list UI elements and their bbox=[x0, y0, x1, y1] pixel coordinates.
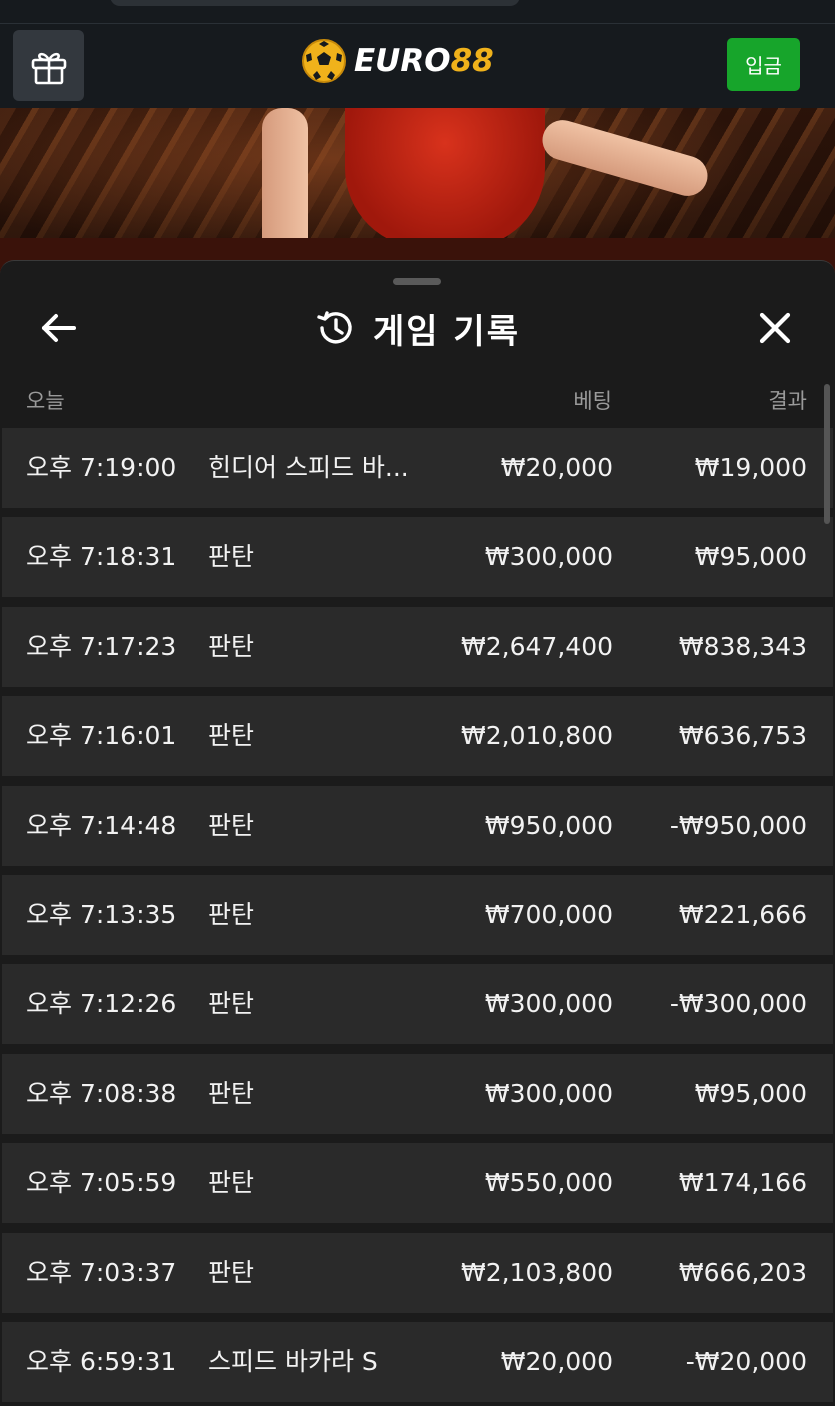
row-result: ₩221,666 bbox=[678, 899, 807, 929]
column-header-result: 결과 bbox=[768, 389, 807, 413]
row-bet: ₩550,000 bbox=[484, 1168, 613, 1198]
row-bet: ₩20,000 bbox=[500, 1346, 613, 1376]
history-row[interactable]: 오후 7:08:38 판탄 ₩300,000 ₩95,000 bbox=[2, 1053, 833, 1134]
history-icon bbox=[317, 311, 352, 344]
row-time: 오후 7:19:00 bbox=[26, 453, 177, 482]
sheet-drag-handle[interactable] bbox=[393, 278, 441, 285]
row-bet: ₩300,000 bbox=[484, 989, 613, 1019]
row-time: 오후 7:14:48 bbox=[26, 810, 177, 840]
history-row[interactable]: 오후 7:05:59 판탄 ₩550,000 ₩174,166 bbox=[2, 1143, 833, 1224]
row-game: 판탄 bbox=[208, 631, 255, 661]
row-bet: ₩300,000 bbox=[484, 542, 613, 572]
row-result: ₩838,343 bbox=[678, 631, 807, 661]
column-header-date: 오늘 bbox=[26, 389, 65, 413]
dealer-dress bbox=[345, 108, 545, 248]
row-result: ₩19,000 bbox=[694, 453, 807, 482]
dealer-arm-left bbox=[262, 108, 308, 258]
row-game: 스피드 바카라 S bbox=[208, 1346, 378, 1376]
row-bet: ₩2,010,800 bbox=[461, 721, 613, 751]
url-bar-remnant bbox=[110, 0, 520, 6]
logo-text-yellow: 88 bbox=[450, 43, 494, 79]
row-time: 오후 7:16:01 bbox=[26, 721, 177, 751]
row-time: 오후 7:13:35 bbox=[26, 899, 177, 929]
row-game: 판탄 bbox=[208, 1168, 255, 1198]
history-row[interactable]: 오후 7:03:37 판탄 ₩2,103,800 ₩666,203 bbox=[2, 1232, 833, 1313]
column-header-bet: 베팅 bbox=[573, 389, 612, 413]
row-bet: ₩950,000 bbox=[484, 810, 613, 840]
row-result: ₩174,166 bbox=[678, 1168, 807, 1198]
row-game: 판탄 bbox=[208, 989, 255, 1019]
history-row[interactable]: 오후 7:19:00 힌디어 스피드 바... ₩20,000 ₩19,000 bbox=[2, 428, 833, 508]
row-bet: ₩20,000 bbox=[500, 453, 613, 482]
row-bet: ₩2,103,800 bbox=[461, 1257, 613, 1287]
top-strip bbox=[0, 0, 835, 24]
deposit-button[interactable]: 입금 bbox=[727, 38, 800, 91]
row-time: 오후 7:03:37 bbox=[26, 1257, 177, 1287]
row-bet: ₩2,647,400 bbox=[461, 631, 613, 661]
soccer-ball-icon bbox=[302, 39, 346, 83]
history-row[interactable]: 오후 7:13:35 판탄 ₩700,000 ₩221,666 bbox=[2, 874, 833, 955]
history-row[interactable]: 오후 7:16:01 판탄 ₩2,010,800 ₩636,753 bbox=[2, 696, 833, 777]
row-result: ₩95,000 bbox=[694, 542, 807, 572]
row-game: 판탄 bbox=[208, 542, 255, 572]
history-row[interactable]: 오후 6:59:31 스피드 바카라 S ₩20,000 -₩20,000 bbox=[2, 1321, 833, 1402]
row-time: 오후 7:12:26 bbox=[26, 989, 177, 1019]
close-icon bbox=[759, 312, 791, 344]
logo-text-white: EURO bbox=[354, 43, 451, 79]
page: EURO88 입금 게임 기록 오늘 베팅 결과 오후 7:19:00 힌디어 … bbox=[0, 0, 835, 1406]
row-game: 판탄 bbox=[208, 721, 255, 751]
row-time: 오후 6:59:31 bbox=[26, 1346, 177, 1376]
row-game: 판탄 bbox=[208, 1078, 255, 1108]
gift-icon bbox=[31, 52, 66, 84]
history-row[interactable]: 오후 7:12:26 판탄 ₩300,000 -₩300,000 bbox=[2, 964, 833, 1045]
logo-text: EURO88 bbox=[354, 43, 494, 79]
history-row[interactable]: 오후 7:17:23 판탄 ₩2,647,400 ₩838,343 bbox=[2, 606, 833, 687]
row-game: 힌디어 스피드 바... bbox=[208, 453, 409, 482]
row-game: 판탄 bbox=[208, 1257, 255, 1287]
row-game: 판탄 bbox=[208, 899, 255, 929]
sheet-header: 게임 기록 bbox=[0, 303, 835, 353]
row-result: ₩666,203 bbox=[678, 1257, 807, 1287]
site-logo[interactable]: EURO88 bbox=[300, 36, 494, 86]
row-time: 오후 7:08:38 bbox=[26, 1078, 177, 1108]
site-header: EURO88 입금 bbox=[0, 24, 835, 108]
row-bet: ₩700,000 bbox=[484, 899, 613, 929]
history-row[interactable]: 오후 7:18:31 판탄 ₩300,000 ₩95,000 bbox=[2, 517, 833, 598]
close-button[interactable] bbox=[752, 305, 798, 351]
row-game: 판탄 bbox=[208, 810, 255, 840]
row-result: -₩950,000 bbox=[669, 810, 807, 840]
scrollbar[interactable] bbox=[824, 384, 830, 524]
live-dealer-video bbox=[0, 108, 835, 278]
row-time: 오후 7:17:23 bbox=[26, 631, 177, 661]
row-result: -₩300,000 bbox=[669, 989, 807, 1019]
row-result: ₩636,753 bbox=[678, 721, 807, 751]
game-history-sheet: 게임 기록 오늘 베팅 결과 오후 7:19:00 힌디어 스피드 바... ₩20… bbox=[0, 260, 835, 1406]
row-time: 오후 7:18:31 bbox=[26, 542, 177, 572]
page-title: 게임 기록 bbox=[373, 311, 520, 352]
row-result: ₩95,000 bbox=[694, 1078, 807, 1108]
row-bet: ₩300,000 bbox=[484, 1078, 613, 1108]
gift-button[interactable] bbox=[13, 30, 84, 101]
history-row[interactable]: 오후 7:14:48 판탄 ₩950,000 -₩950,000 bbox=[2, 785, 833, 866]
row-time: 오후 7:05:59 bbox=[26, 1168, 177, 1198]
row-result: -₩20,000 bbox=[685, 1346, 807, 1376]
history-list: 오후 7:19:00 힌디어 스피드 바... ₩20,000 ₩19,000 오후 7… bbox=[2, 428, 833, 1406]
